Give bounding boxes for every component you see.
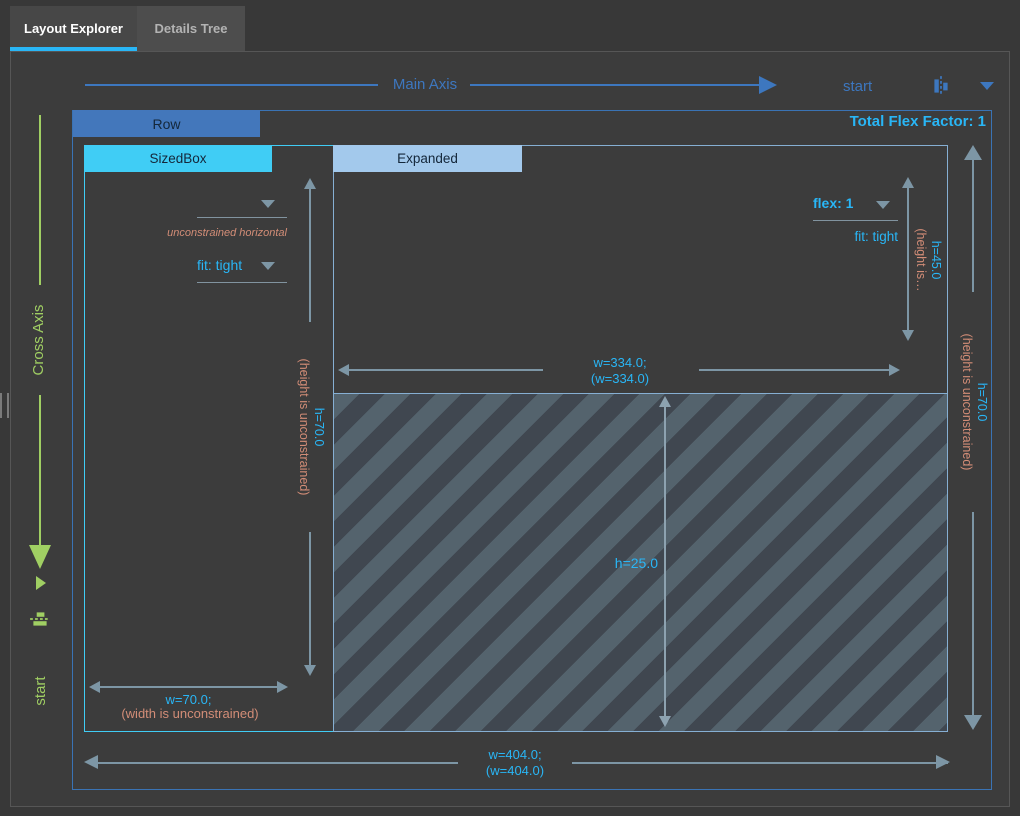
chevron-down-icon	[876, 201, 890, 209]
expanded-width-value: w=334.0;	[545, 355, 695, 370]
tab-label: Details Tree	[155, 21, 228, 36]
expanded-widget-title: Expanded	[397, 151, 458, 166]
expanded-width-arrow-left	[341, 369, 543, 371]
chevron-down-icon	[261, 262, 275, 270]
row-widget-title: Row	[152, 116, 180, 132]
sizedbox-widget-title: SizedBox	[149, 151, 206, 166]
sizedbox-height-value: h=70.0	[311, 322, 326, 532]
align-main-axis-icon	[930, 75, 952, 97]
tab-bar: Layout Explorer Details Tree	[10, 6, 245, 51]
sizedbox-width-value: w=70.0;	[92, 692, 285, 707]
dropdown-underline	[813, 220, 898, 221]
sizedbox-width-constraint: (width is unconstrained)	[70, 706, 310, 721]
arrow-down-icon	[902, 330, 914, 341]
arrow-down-icon	[964, 715, 982, 730]
expanded-width-constraint: (w=334.0)	[545, 371, 695, 386]
expanded-flex-value: flex: 1	[813, 195, 853, 211]
arrow-up-icon	[964, 145, 982, 160]
chevron-down-icon	[261, 200, 275, 208]
align-cross-axis-icon	[29, 608, 51, 630]
free-space-height-arrow	[664, 400, 666, 724]
expanded-height-value: h=45.0	[928, 200, 943, 320]
cross-axis-alignment-dropdown[interactable]: start	[14, 570, 64, 730]
row-height-label: h=70.0 (height is unconstrained)	[957, 292, 989, 512]
main-axis-line-right	[470, 84, 759, 86]
splitter-handle[interactable]	[0, 393, 9, 418]
tab-details-tree[interactable]: Details Tree	[137, 6, 245, 51]
expanded-height-label: h=45.0 (height is…	[911, 200, 943, 320]
dropdown-underline	[197, 282, 287, 283]
sizedbox-fit-dropdown[interactable]: fit: tight	[197, 255, 287, 283]
cross-axis-arrow-icon	[29, 545, 51, 569]
sizedbox-height-label: h=70.0 (height is unconstrained)	[294, 322, 326, 532]
sizedbox-width-note: unconstrained horizontal	[120, 227, 287, 239]
row-height-constraint: (height is unconstrained)	[959, 292, 974, 512]
row-width-arrow-right	[572, 762, 948, 764]
sizedbox-width-arrow	[92, 686, 285, 688]
expanded-height-constraint: (height is…	[913, 200, 928, 320]
chevron-right-icon	[36, 576, 46, 590]
layout-explorer-screen: Layout Explorer Details Tree Main Axis s…	[0, 0, 1020, 816]
tab-label: Layout Explorer	[24, 21, 123, 36]
arrow-down-icon	[304, 665, 316, 676]
sizedbox-widget-header[interactable]: SizedBox	[84, 145, 272, 172]
arrow-right-icon	[889, 364, 900, 376]
expanded-flex-dropdown[interactable]: flex: 1	[813, 193, 898, 221]
expanded-fit-value: fit: tight	[798, 229, 898, 244]
chevron-down-icon	[980, 82, 994, 90]
sizedbox-height-constraint: (height is unconstrained)	[296, 322, 311, 532]
sizedbox-width-dropdown[interactable]	[197, 192, 287, 218]
tab-layout-explorer[interactable]: Layout Explorer	[10, 6, 137, 51]
total-flex-factor: Total Flex Factor: 1	[700, 113, 986, 130]
row-width-arrow-left	[88, 762, 458, 764]
main-axis-line-left	[85, 84, 378, 86]
main-axis-arrow-icon	[759, 76, 777, 94]
row-height-value: h=70.0	[974, 292, 989, 512]
expanded-widget-header[interactable]: Expanded	[333, 145, 522, 172]
main-axis-alignment-value: start	[843, 78, 872, 95]
dropdown-underline	[197, 217, 287, 218]
sizedbox-fit-value: fit: tight	[197, 257, 242, 273]
arrow-right-icon	[936, 755, 950, 769]
main-axis-alignment-dropdown[interactable]: start	[828, 73, 998, 99]
row-width-value: w=404.0;	[440, 747, 590, 762]
free-space-height-value: h=25.0	[585, 555, 658, 571]
arrow-up-icon	[902, 177, 914, 188]
arrow-up-icon	[659, 396, 671, 407]
row-width-constraint: (w=404.0)	[440, 763, 590, 778]
arrow-left-icon	[338, 364, 349, 376]
arrow-up-icon	[304, 178, 316, 189]
arrow-down-icon	[659, 716, 671, 727]
expanded-width-arrow-right	[699, 369, 897, 371]
arrow-left-icon	[84, 755, 98, 769]
main-axis-label: Main Axis	[378, 76, 472, 93]
expanded-height-arrow	[907, 181, 909, 337]
cross-axis-label: Cross Axis	[30, 285, 50, 395]
cross-axis-alignment-value: start	[32, 666, 50, 716]
row-widget-header[interactable]: Row	[73, 110, 260, 137]
